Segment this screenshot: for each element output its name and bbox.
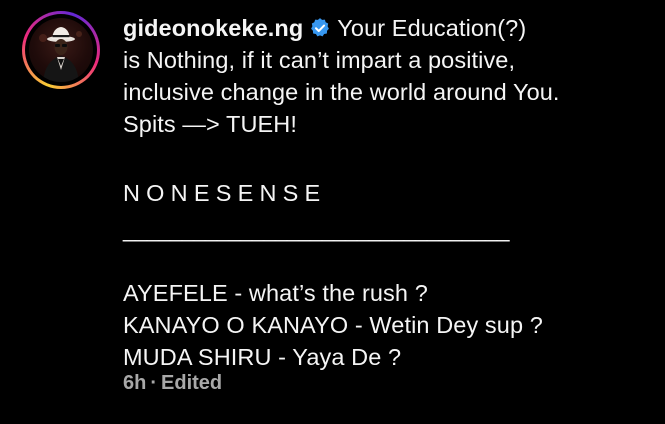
edited-label[interactable]: Edited — [161, 372, 222, 394]
comment-text-line-5: NONESENSE — [123, 180, 327, 206]
avatar-story-ring[interactable] — [22, 11, 100, 89]
comment-text-line-3: inclusive change in the world around You… — [123, 79, 560, 105]
avatar-ring-gap — [25, 14, 97, 86]
comment-text-line-1: Your Education(?) — [337, 15, 527, 41]
comment-meta: 6h · Edited — [123, 371, 222, 395]
comment-text-line-2: is Nothing, if it can’t impart a positiv… — [123, 47, 516, 73]
comment: gideonokeke.ng Your Education(?) is Noth… — [0, 0, 665, 424]
comment-body: gideonokeke.ng Your Education(?) is Noth… — [123, 12, 653, 373]
verified-badge-icon — [311, 18, 330, 37]
comment-text-line-4: Spits —> TUEH! — [123, 111, 298, 137]
comment-first-line: gideonokeke.ng Your Education(?) — [123, 12, 653, 44]
comment-text-line-8: MUDA SHIRU - Yaya De ? — [123, 344, 402, 370]
profile-avatar-icon — [39, 27, 82, 82]
comment-text-divider: _________________________________ — [123, 216, 510, 242]
comment-text-line-7: KANAYO O KANAYO - Wetin Dey sup ? — [123, 312, 543, 338]
comment-text-line-6: AYEFELE - what’s the rush ? — [123, 280, 428, 306]
comment-timestamp[interactable]: 6h — [123, 372, 146, 394]
username-link[interactable]: gideonokeke.ng — [123, 15, 303, 41]
avatar[interactable] — [29, 18, 93, 82]
meta-separator: · — [150, 372, 158, 394]
